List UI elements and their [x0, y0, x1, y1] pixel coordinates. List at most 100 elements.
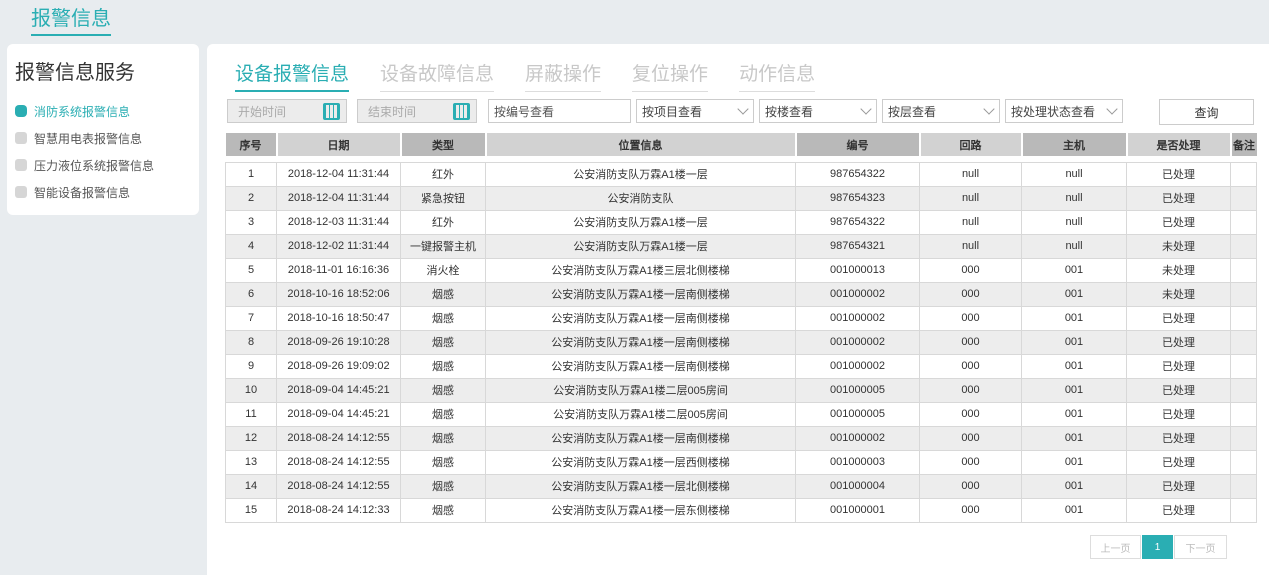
cell-date: 2018-09-26 19:09:02: [276, 353, 401, 379]
sidebar-item-label: 智能设备报警信息: [34, 185, 131, 200]
sidebar-item-pressure-level-alarm[interactable]: 压力液位系统报警信息: [15, 155, 154, 175]
table-row[interactable]: 7 2018-10-16 18:50:47 烟感 公安消防支队万霖A1楼一层南侧楼梯 0…: [225, 305, 1257, 331]
bullet-icon: [15, 105, 27, 117]
table-row[interactable]: 4 2018-12-02 11:31:44 一键报警主机 公安消防支队万霖A1楼一层 9…: [225, 233, 1257, 259]
cell-type: 红外: [400, 209, 486, 235]
table-row[interactable]: 9 2018-09-26 19:09:02 烟感 公安消防支队万霖A1楼一层南侧楼梯 0…: [225, 353, 1257, 379]
cell-loop: 000: [919, 257, 1022, 283]
cell-processed: 已处理: [1126, 185, 1231, 211]
cell-loop: 000: [919, 497, 1022, 523]
sidebar-item-smart-meter-alarm[interactable]: 智慧用电表报警信息: [15, 128, 142, 148]
tab-reset-operation[interactable]: 复位操作: [632, 59, 709, 92]
cell-index: 1: [225, 161, 277, 187]
cell-date: 2018-12-04 11:31:44: [276, 161, 401, 187]
cell-type: 烟感: [400, 449, 486, 475]
end-time-placeholder: 结束时间: [368, 104, 417, 119]
cell-loop: null: [919, 209, 1022, 235]
cell-location: 公安消防支队万霖A1楼二层005房间: [485, 377, 796, 403]
cell-remark: [1230, 401, 1257, 427]
cell-code: 001000013: [795, 257, 920, 283]
calendar-icon[interactable]: [453, 103, 470, 120]
cell-index: 15: [225, 497, 277, 523]
sidebar-item-smart-device-alarm[interactable]: 智能设备报警信息: [15, 182, 130, 202]
table-header-row: 序号 日期 类型 位置信息 编号 回路 主机 是否处理 备注: [225, 133, 1257, 156]
floor-select[interactable]: 按层查看: [882, 99, 1000, 123]
table-row[interactable]: 5 2018-11-01 16:16:36 消火栓 公安消防支队万霖A1楼三层北侧楼梯…: [225, 257, 1257, 283]
table-row[interactable]: 2 2018-12-04 11:31:44 紧急按钮 公安消防支队 987654323 n…: [225, 185, 1257, 211]
tab-device-alarm[interactable]: 设备报警信息: [235, 59, 350, 92]
query-button[interactable]: 查询: [1159, 99, 1254, 125]
cell-processed: 已处理: [1126, 497, 1231, 523]
cell-processed: 已处理: [1126, 329, 1231, 355]
table-row[interactable]: 12 2018-08-24 14:12:55 烟感 公安消防支队万霖A1楼一层南侧楼梯…: [225, 425, 1257, 451]
cell-code: 001000002: [795, 305, 920, 331]
project-select-label: 按项目查看: [642, 104, 703, 119]
tab-action-info[interactable]: 动作信息: [739, 59, 816, 92]
cell-host: null: [1021, 185, 1127, 211]
cell-index: 10: [225, 377, 277, 403]
cell-type: 消火栓: [400, 257, 486, 283]
table-row[interactable]: 10 2018-09-04 14:45:21 烟感 公安消防支队万霖A1楼二层005房…: [225, 377, 1257, 403]
table-row[interactable]: 15 2018-08-24 14:12:33 烟感 公安消防支队万霖A1楼一层东侧楼梯…: [225, 497, 1257, 523]
cell-code: 001000002: [795, 425, 920, 451]
cell-processed: 已处理: [1126, 377, 1231, 403]
cell-host: null: [1021, 233, 1127, 259]
cell-host: 001: [1021, 281, 1127, 307]
project-select[interactable]: 按项目查看: [636, 99, 754, 123]
next-page-button[interactable]: 下一页: [1174, 535, 1227, 559]
cell-loop: 000: [919, 425, 1022, 451]
cell-loop: 000: [919, 377, 1022, 403]
cell-type: 烟感: [400, 473, 486, 499]
cell-location: 公安消防支队万霖A1楼一层西侧楼梯: [485, 449, 796, 475]
cell-date: 2018-10-16 18:50:47: [276, 305, 401, 331]
cell-loop: null: [919, 161, 1022, 187]
table-row[interactable]: 11 2018-09-04 14:45:21 烟感 公安消防支队万霖A1楼二层005房…: [225, 401, 1257, 427]
building-select[interactable]: 按楼查看: [759, 99, 877, 123]
table-row[interactable]: 8 2018-09-26 19:10:28 烟感 公安消防支队万霖A1楼一层南侧楼梯 0…: [225, 329, 1257, 355]
prev-page-button[interactable]: 上一页: [1090, 535, 1141, 559]
cell-index: 9: [225, 353, 277, 379]
cell-date: 2018-11-01 16:16:36: [276, 257, 401, 283]
header-code: 编号: [795, 133, 921, 156]
cell-loop: 000: [919, 329, 1022, 355]
table-row[interactable]: 13 2018-08-24 14:12:55 烟感 公安消防支队万霖A1楼一层西侧楼梯…: [225, 449, 1257, 475]
calendar-icon[interactable]: [323, 103, 340, 120]
cell-location: 公安消防支队万霖A1楼一层: [485, 161, 796, 187]
page-1-button[interactable]: 1: [1142, 535, 1173, 559]
cell-processed: 已处理: [1126, 401, 1231, 427]
table-row[interactable]: 1 2018-12-04 11:31:44 红外 公安消防支队万霖A1楼一层 98765…: [225, 161, 1257, 187]
cell-index: 8: [225, 329, 277, 355]
cell-host: 001: [1021, 497, 1127, 523]
cell-index: 12: [225, 425, 277, 451]
cell-location: 公安消防支队万霖A1楼三层北侧楼梯: [485, 257, 796, 283]
table-row[interactable]: 6 2018-10-16 18:52:06 烟感 公安消防支队万霖A1楼一层南侧楼梯 0…: [225, 281, 1257, 307]
tab-device-fault[interactable]: 设备故障信息: [380, 59, 495, 92]
cell-processed: 已处理: [1126, 161, 1231, 187]
cell-processed: 已处理: [1126, 425, 1231, 451]
cell-code: 001000002: [795, 353, 920, 379]
cell-host: 001: [1021, 377, 1127, 403]
header-loop: 回路: [919, 133, 1023, 156]
table-row[interactable]: 3 2018-12-03 11:31:44 红外 公安消防支队万霖A1楼一层 98765…: [225, 209, 1257, 235]
sidebar-item-fire-system-alarm[interactable]: 消防系统报警信息: [15, 101, 130, 121]
start-time-input[interactable]: 开始时间: [227, 99, 347, 123]
end-time-input[interactable]: 结束时间: [357, 99, 477, 123]
main-panel: 设备报警信息 设备故障信息 屏蔽操作 复位操作 动作信息 开始时间 结束时间 按…: [207, 44, 1269, 575]
cell-host: 001: [1021, 473, 1127, 499]
code-search-input[interactable]: 按编号查看: [488, 99, 631, 123]
cell-index: 3: [225, 209, 277, 235]
table-row[interactable]: 14 2018-08-24 14:12:55 烟感 公安消防支队万霖A1楼一层北侧楼梯…: [225, 473, 1257, 499]
tab-mask-operation[interactable]: 屏蔽操作: [525, 59, 602, 92]
cell-remark: [1230, 449, 1257, 475]
cell-code: 001000001: [795, 497, 920, 523]
status-select[interactable]: 按处理状态查看: [1005, 99, 1123, 123]
sidebar-item-label: 智慧用电表报警信息: [34, 131, 143, 146]
cell-type: 烟感: [400, 497, 486, 523]
cell-type: 烟感: [400, 401, 486, 427]
chevron-down-icon: [983, 103, 995, 115]
cell-host: 001: [1021, 425, 1127, 451]
building-select-label: 按楼查看: [765, 104, 814, 119]
cell-index: 5: [225, 257, 277, 283]
cell-date: 2018-08-24 14:12:55: [276, 473, 401, 499]
header-remark: 备注: [1230, 133, 1257, 156]
